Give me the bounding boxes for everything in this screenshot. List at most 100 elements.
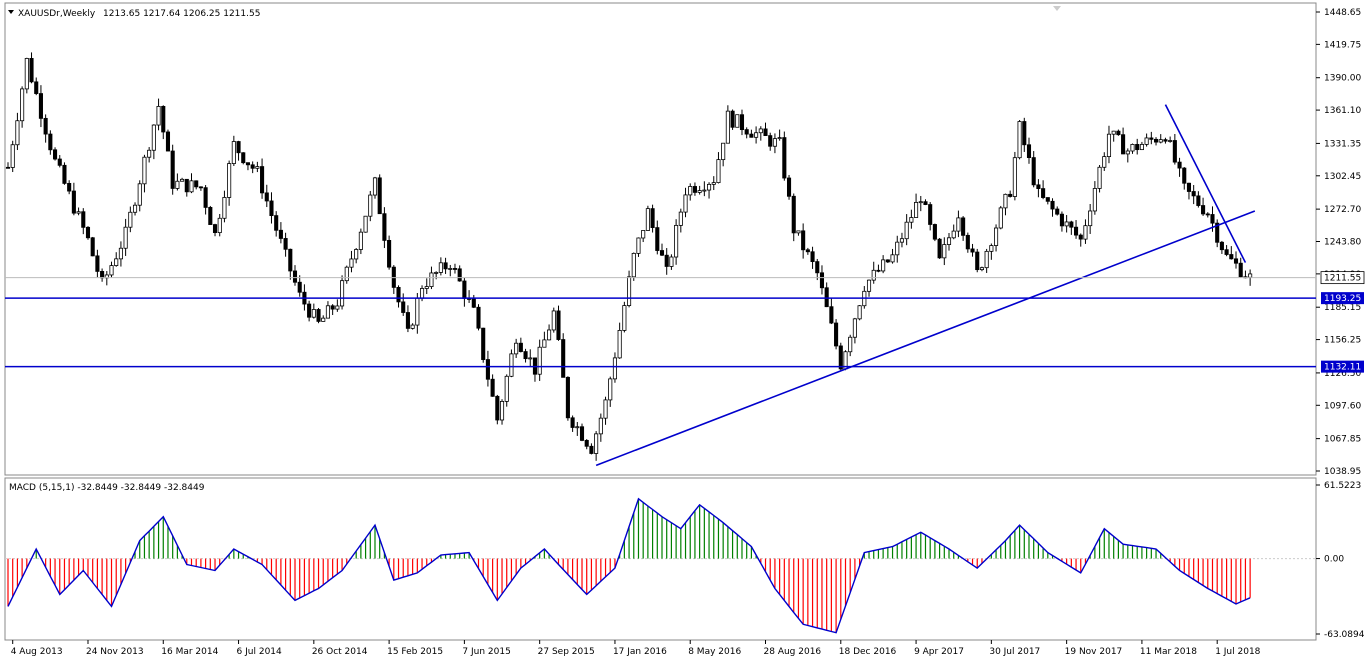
candle-body <box>989 245 994 252</box>
candle-body <box>504 375 509 402</box>
candle-body <box>198 186 203 189</box>
candle-body <box>269 200 274 217</box>
candle-body <box>387 240 392 268</box>
candle-body <box>38 93 43 119</box>
candle-body <box>669 256 674 267</box>
candle-body <box>518 342 523 352</box>
candle-body <box>180 178 185 182</box>
candle-body <box>48 133 53 151</box>
candle-body <box>457 268 462 282</box>
level-tag-label: 1193.25 <box>1324 294 1361 304</box>
candle-body <box>410 324 415 329</box>
candle-body <box>871 269 876 281</box>
candle-body <box>1073 226 1079 236</box>
candle-body <box>739 114 745 131</box>
candle-body <box>857 305 862 320</box>
time-tick-label: 7 Jun 2015 <box>462 647 510 657</box>
candle-body <box>890 254 895 263</box>
candle-body <box>923 201 928 205</box>
candle-body <box>565 376 570 419</box>
price-pane-header: XAUUSDr,Weekly 1213.65 1217.64 1206.25 1… <box>8 9 260 19</box>
candle-body <box>67 183 72 192</box>
candle-body <box>194 180 199 188</box>
candle-body <box>1078 234 1083 240</box>
candle-body <box>744 129 749 135</box>
candle-body <box>801 230 806 251</box>
candle-body <box>278 229 283 239</box>
candle-body <box>692 186 697 193</box>
candle-body <box>123 226 128 249</box>
candle-body <box>852 318 857 338</box>
candle-body <box>156 106 161 126</box>
candle-body <box>330 305 335 310</box>
candle-body <box>838 345 843 370</box>
price-tick-label: 1361.10 <box>1324 106 1361 116</box>
candle-body <box>664 254 669 267</box>
candle-body <box>979 267 984 271</box>
candle-body <box>1201 205 1206 215</box>
candle-body <box>109 265 114 276</box>
candle-body <box>241 152 246 164</box>
candle-body <box>222 197 227 219</box>
candle-body <box>363 215 368 233</box>
candle-body <box>24 58 29 90</box>
time-tick-label: 11 Mar 2018 <box>1140 647 1197 657</box>
candle-body <box>975 251 980 271</box>
candle-body <box>448 268 453 270</box>
candle-body <box>170 150 175 189</box>
candle-body <box>368 194 373 217</box>
price-tick-label: 1390.00 <box>1324 74 1361 84</box>
candle-body <box>612 357 617 380</box>
candle-body <box>20 88 25 122</box>
candle-body <box>570 417 575 428</box>
price-tick-label: 1038.95 <box>1324 467 1361 477</box>
candle-body <box>415 297 420 326</box>
candle-body <box>946 237 952 245</box>
candle-body <box>349 258 354 268</box>
price-tick-label: 1302.45 <box>1324 172 1361 182</box>
candle-body <box>707 183 712 191</box>
candle-body <box>970 248 975 253</box>
candle-body <box>227 163 232 198</box>
candle-body <box>1248 273 1253 278</box>
candle-body <box>1055 208 1060 215</box>
chart-background <box>0 0 1366 665</box>
candle-body <box>904 221 909 240</box>
candle-body <box>951 230 956 239</box>
candle-body <box>114 258 119 266</box>
candle-body <box>1205 213 1210 216</box>
candle-body <box>208 207 213 225</box>
candle-body <box>1191 191 1196 197</box>
candle-body <box>1149 137 1154 140</box>
price-tick-label: 1097.60 <box>1324 401 1361 411</box>
candle-body <box>236 141 241 154</box>
candle-body <box>1172 140 1177 163</box>
candle-body <box>255 166 260 169</box>
time-tick-label: 18 Dec 2016 <box>839 647 897 657</box>
candle-body <box>777 137 782 140</box>
candle-body <box>151 124 156 151</box>
candle-body <box>589 445 594 454</box>
time-tick-label: 30 Jul 2017 <box>989 647 1040 657</box>
price-tick-label: 1419.75 <box>1324 40 1361 50</box>
candle-body <box>142 156 147 185</box>
candle-body <box>76 211 81 214</box>
candle-body <box>956 217 961 232</box>
candle-body <box>443 262 448 270</box>
candle-body <box>401 301 406 313</box>
candle-body <box>212 224 218 234</box>
candle-body <box>1111 130 1116 135</box>
candle-body <box>622 305 627 331</box>
candle-body <box>998 207 1003 229</box>
candle-body <box>118 247 123 260</box>
candle-body <box>608 378 613 401</box>
candle-body <box>175 180 180 189</box>
candle-body <box>655 227 660 251</box>
time-tick-label: 28 Aug 2016 <box>764 647 822 657</box>
time-tick-label: 17 Jan 2016 <box>613 647 667 657</box>
candle-body <box>53 149 58 160</box>
candle-body <box>43 117 48 135</box>
time-tick-label: 15 Feb 2015 <box>387 647 443 657</box>
time-tick-label: 26 Oct 2014 <box>312 647 368 657</box>
candle-body <box>245 162 251 166</box>
